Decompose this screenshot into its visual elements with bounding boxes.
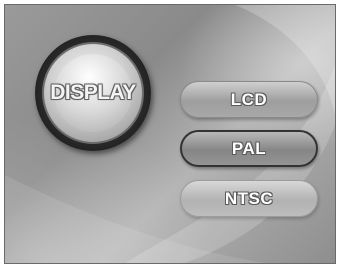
ntsc-option-button[interactable]: NTSC — [180, 180, 318, 217]
ntsc-option-label: NTSC — [224, 188, 274, 208]
display-settings-screen: DISPLAY LCD PAL NTSC — [4, 4, 336, 264]
display-button[interactable]: DISPLAY — [35, 35, 151, 151]
lcd-option-button[interactable]: LCD — [180, 81, 318, 118]
lcd-option-label: LCD — [230, 89, 268, 109]
pal-option-label: PAL — [231, 138, 267, 158]
pal-option-button[interactable]: PAL — [180, 130, 318, 167]
display-button-label: DISPLAY — [50, 81, 136, 104]
